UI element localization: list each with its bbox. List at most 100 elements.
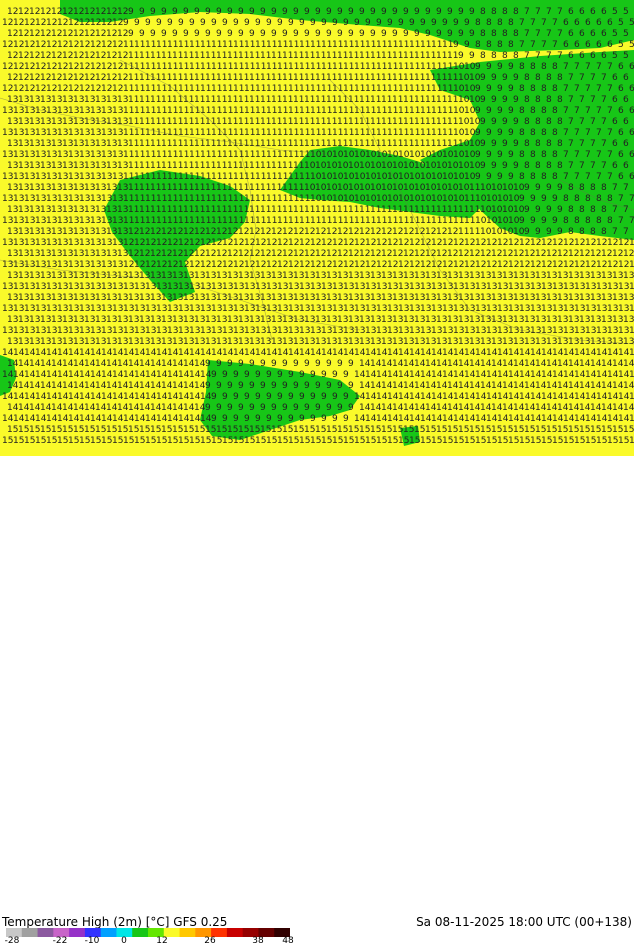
temperature-value: 11 bbox=[409, 106, 420, 116]
temperature-value: 11 bbox=[293, 117, 304, 127]
temperature-value: 8 bbox=[480, 29, 486, 39]
temperature-value: 11 bbox=[293, 95, 304, 105]
temperature-value: 10 bbox=[359, 183, 371, 193]
temperature-value: 11 bbox=[321, 106, 332, 116]
temperature-value: 10 bbox=[464, 172, 476, 182]
temperature-value: 13 bbox=[35, 106, 46, 116]
temperature-value: 11 bbox=[167, 150, 178, 160]
temperature-value: 13 bbox=[271, 315, 282, 325]
temperature-value: 11 bbox=[266, 106, 277, 116]
temperature-value: 13 bbox=[2, 260, 13, 270]
temperature-value: 7 bbox=[546, 51, 552, 61]
temperature-value: 9 bbox=[222, 370, 228, 380]
temperature-value: 14 bbox=[464, 392, 476, 402]
temperature-value: 11 bbox=[128, 205, 139, 215]
temperature-value: 15 bbox=[315, 425, 326, 435]
temperature-value: 13 bbox=[227, 293, 238, 303]
temperature-value: 14 bbox=[167, 348, 179, 358]
temperature-value: 9 bbox=[271, 359, 277, 369]
temperature-value: 13 bbox=[90, 106, 101, 116]
temperature-value: 13 bbox=[590, 337, 601, 347]
temperature-value: 6 bbox=[590, 7, 596, 17]
temperature-value: 11 bbox=[123, 172, 134, 182]
temperature-value: 9 bbox=[458, 51, 464, 61]
temperature-value: 12 bbox=[90, 18, 101, 28]
temperature-value: 13 bbox=[387, 304, 398, 314]
temperature-value: 9 bbox=[343, 414, 349, 424]
temperature-value: 13 bbox=[508, 326, 519, 336]
temperature-value: 15 bbox=[436, 425, 447, 435]
temperature-value: 7 bbox=[530, 40, 536, 50]
temperature-value: 10 bbox=[480, 205, 492, 215]
temperature-value: 14 bbox=[552, 414, 564, 424]
temperature-value: 13 bbox=[464, 326, 475, 336]
temperature-value: 11 bbox=[194, 51, 205, 61]
temperature-value: 7 bbox=[629, 194, 634, 204]
temperature-value: 13 bbox=[40, 337, 51, 347]
temperature-value: 7 bbox=[563, 62, 569, 72]
temperature-value: 13 bbox=[35, 260, 46, 270]
temperature-value: 14 bbox=[458, 359, 470, 369]
temperature-value: 11 bbox=[348, 117, 359, 127]
temperature-value: 13 bbox=[95, 271, 106, 281]
temperature-value: 13 bbox=[618, 282, 629, 292]
temperature-value: 11 bbox=[288, 62, 299, 72]
temperature-value: 10 bbox=[513, 183, 525, 193]
temperature-value: 11 bbox=[376, 216, 387, 226]
temperature-value: 14 bbox=[178, 392, 190, 402]
temperature-value: 11 bbox=[194, 161, 205, 171]
temperature-value: 13 bbox=[46, 128, 57, 138]
temperature-value: 9 bbox=[535, 183, 541, 193]
temperature-value: 13 bbox=[35, 216, 46, 226]
temperature-value: 11 bbox=[304, 51, 315, 61]
temperature-value: 8 bbox=[541, 84, 547, 94]
temperature-value: 13 bbox=[84, 293, 95, 303]
temperature-value: 12 bbox=[612, 249, 623, 259]
temperature-value: 13 bbox=[167, 304, 178, 314]
temperature-value: 14 bbox=[590, 359, 602, 369]
temperature-value: 11 bbox=[403, 95, 414, 105]
temperature-value: 12 bbox=[40, 51, 51, 61]
temperature-value: 14 bbox=[194, 381, 206, 391]
temperature-value: 13 bbox=[326, 337, 337, 347]
temperature-value: 11 bbox=[381, 73, 392, 83]
temperature-value: 15 bbox=[618, 436, 629, 446]
temperature-value: 13 bbox=[365, 282, 376, 292]
temperature-value: 13 bbox=[2, 282, 13, 292]
temperature-value: 10 bbox=[315, 183, 327, 193]
temperature-value: 9 bbox=[211, 18, 217, 28]
temperature-value: 13 bbox=[150, 293, 161, 303]
temperature-value: 14 bbox=[403, 381, 415, 391]
temperature-value: 13 bbox=[18, 183, 29, 193]
temperature-value: 11 bbox=[420, 216, 431, 226]
temperature-value: 13 bbox=[35, 150, 46, 160]
temperature-value: 10 bbox=[387, 194, 399, 204]
temperature-value: 7 bbox=[596, 150, 602, 160]
temperature-value: 11 bbox=[387, 84, 398, 94]
temperature-value: 13 bbox=[117, 271, 128, 281]
temperature-value: 15 bbox=[288, 436, 299, 446]
temperature-value: 15 bbox=[370, 425, 381, 435]
temperature-value: 9 bbox=[150, 7, 156, 17]
temperature-value: 13 bbox=[46, 216, 57, 226]
temperature-value: 13 bbox=[106, 227, 117, 237]
temperature-value: 14 bbox=[255, 348, 267, 358]
temperature-value: 15 bbox=[222, 436, 233, 446]
temperature-value: 15 bbox=[123, 436, 134, 446]
temperature-value: 12 bbox=[95, 73, 106, 83]
temperature-value: 14 bbox=[431, 348, 443, 358]
temperature-value: 9 bbox=[282, 7, 288, 17]
temperature-value: 15 bbox=[161, 425, 172, 435]
temperature-value: 13 bbox=[249, 337, 260, 347]
temperature-value: 9 bbox=[282, 403, 288, 413]
temperature-value: 12 bbox=[68, 18, 79, 28]
temperature-value: 13 bbox=[315, 293, 326, 303]
temperature-value: 13 bbox=[453, 282, 464, 292]
temperature-value: 13 bbox=[90, 128, 101, 138]
temperature-value: 9 bbox=[497, 150, 503, 160]
temperature-value: 12 bbox=[134, 238, 145, 248]
temperature-value: 15 bbox=[414, 425, 425, 435]
temperature-value: 12 bbox=[607, 260, 618, 270]
temperature-value: 11 bbox=[277, 84, 288, 94]
temperature-value: 11 bbox=[244, 106, 255, 116]
